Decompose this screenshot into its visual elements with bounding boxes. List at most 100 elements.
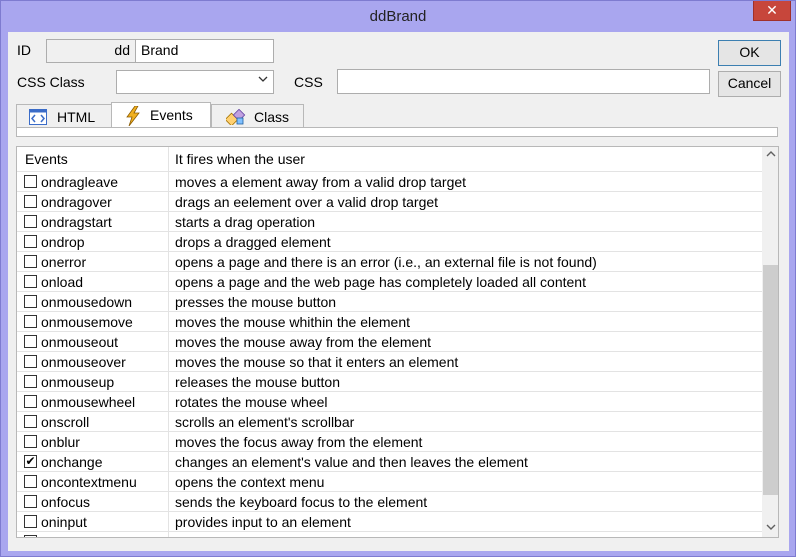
scroll-down-button[interactable] — [762, 520, 778, 537]
event-checkbox[interactable] — [24, 475, 37, 488]
table-row[interactable]: oninput provides input to an element — [17, 512, 762, 532]
event-checkbox[interactable] — [24, 375, 37, 388]
tab-html[interactable]: HTML — [16, 104, 112, 128]
table-row[interactable]: ✔ onchange changes an element's value and … — [17, 452, 762, 472]
table-row[interactable]: onmousewheel rotates the mouse wheel — [17, 392, 762, 412]
tab-content-strip — [16, 127, 778, 137]
table-row[interactable]: onmouseout moves the mouse away from the … — [17, 332, 762, 352]
tab-events[interactable]: Events — [111, 102, 211, 129]
event-checkbox[interactable] — [24, 535, 37, 537]
event-checkbox[interactable] — [24, 515, 37, 528]
event-description: provides input to an element — [175, 514, 351, 530]
table-row[interactable]: oncontextmenu opens the context menu — [17, 472, 762, 492]
event-name: onfocus — [41, 494, 91, 510]
table-row[interactable]: onerror opens a page and there is an erro… — [17, 252, 762, 272]
event-checkbox[interactable] — [24, 175, 37, 188]
close-icon: ✕ — [766, 2, 778, 18]
scroll-up-button[interactable] — [762, 147, 778, 164]
event-checkbox[interactable] — [24, 355, 37, 368]
event-checkbox[interactable] — [24, 315, 37, 328]
column-header-events[interactable]: Events — [25, 151, 68, 167]
css-label: CSS — [294, 74, 323, 90]
table-row[interactable]: ondragleave moves a element away from a v… — [17, 172, 762, 192]
vertical-scrollbar[interactable] — [762, 147, 778, 537]
event-description: moves the focus away from the element — [175, 434, 423, 450]
event-name: oninput — [41, 514, 87, 530]
tab-events-label: Events — [150, 107, 193, 123]
event-name: onchange — [41, 454, 103, 470]
event-description: presses the mouse button — [175, 294, 337, 310]
event-name: onmouseout — [41, 334, 119, 350]
scroll-thumb[interactable] — [763, 265, 778, 495]
event-name: onload — [41, 274, 84, 290]
event-name: onmousemove — [41, 314, 133, 330]
window-title: ddBrand — [369, 8, 427, 25]
dialog-body: ID dd Brand CSS Class CSS OK Cancel HTML — [8, 32, 789, 551]
event-name: ondragleave — [41, 174, 119, 190]
event-name: ondrop — [41, 234, 85, 250]
event-description: moves the mouse so that it enters an ele… — [175, 354, 459, 370]
table-header: Events It fires when the user — [17, 147, 762, 172]
event-description: moves a element away from a valid drop t… — [175, 174, 467, 190]
ok-button[interactable]: OK — [718, 40, 781, 66]
events-table: Events It fires when the user ondragleav… — [16, 146, 779, 538]
chevron-up-icon — [766, 151, 775, 157]
class-icon — [224, 108, 246, 127]
event-description: drops a dragged element — [175, 234, 331, 250]
event-description: moves the mouse whithin the element — [175, 314, 411, 330]
event-checkbox[interactable] — [24, 395, 37, 408]
event-checkbox[interactable] — [24, 295, 37, 308]
event-checkbox[interactable] — [24, 415, 37, 428]
event-description: makes an element invalid — [175, 534, 333, 537]
event-name: onscroll — [41, 414, 90, 430]
event-description: changes an element's value and then leav… — [175, 454, 528, 470]
table-row[interactable]: onfocus sends the keyboard focus to the e… — [17, 492, 762, 512]
event-name: onmouseup — [41, 374, 115, 390]
table-row[interactable]: ondrop drops a dragged element — [17, 232, 762, 252]
event-checkbox[interactable] — [24, 335, 37, 348]
cancel-button[interactable]: Cancel — [718, 71, 781, 97]
event-name: onblur — [41, 434, 80, 450]
table-row[interactable]: onblur moves the focus away from the elem… — [17, 432, 762, 452]
table-row[interactable]: onscroll scrolls an element's scrollbar — [17, 412, 762, 432]
title-bar[interactable]: ddBrand ✕ — [1, 1, 795, 33]
column-header-description[interactable]: It fires when the user — [175, 151, 305, 167]
id-input[interactable]: Brand — [135, 39, 274, 63]
table-row[interactable]: onmousemove moves the mouse whithin the e… — [17, 312, 762, 332]
event-description: opens a page and the web page has comple… — [175, 274, 586, 290]
event-description: moves the mouse away from the element — [175, 334, 432, 350]
event-checkbox[interactable] — [24, 195, 37, 208]
table-row[interactable]: onmousedown presses the mouse button — [17, 292, 762, 312]
table-row[interactable]: oninvalid makes an element invalid — [17, 532, 762, 537]
css-class-label: CSS Class — [17, 74, 85, 90]
table-row[interactable]: ondragover drags an eelement over a valid… — [17, 192, 762, 212]
event-checkbox[interactable] — [24, 435, 37, 448]
event-description: opens the context menu — [175, 474, 325, 490]
event-checkbox[interactable] — [24, 235, 37, 248]
css-input[interactable] — [337, 69, 710, 94]
event-name: oncontextmenu — [41, 474, 137, 490]
event-description: drags an eelement over a valid drop targ… — [175, 194, 439, 210]
css-class-select[interactable] — [116, 70, 274, 94]
event-name: oninvalid — [41, 534, 96, 537]
event-checkbox[interactable] — [24, 215, 37, 228]
event-checkbox[interactable] — [24, 275, 37, 288]
tab-class[interactable]: Class — [211, 104, 304, 128]
table-row[interactable]: onmouseover moves the mouse so that it en… — [17, 352, 762, 372]
html-code-icon — [29, 109, 47, 125]
event-description: opens a page and there is an error (i.e.… — [175, 254, 597, 270]
table-row[interactable]: onload opens a page and the web page has … — [17, 272, 762, 292]
table-row[interactable]: onmouseup releases the mouse button — [17, 372, 762, 392]
event-name: ondragstart — [41, 214, 112, 230]
event-description: scrolls an element's scrollbar — [175, 414, 355, 430]
event-checkbox[interactable] — [24, 255, 37, 268]
tab-html-label: HTML — [57, 109, 96, 125]
dialog-window: ddBrand ✕ ID dd Brand CSS Class CSS OK C… — [0, 0, 796, 557]
lightning-icon — [124, 105, 142, 127]
event-checkbox[interactable] — [24, 495, 37, 508]
table-row[interactable]: ondragstart starts a drag operation — [17, 212, 762, 232]
event-checkbox[interactable]: ✔ — [24, 455, 37, 468]
event-description: releases the mouse button — [175, 374, 340, 390]
close-button[interactable]: ✕ — [753, 1, 791, 21]
event-description: rotates the mouse wheel — [175, 394, 328, 410]
